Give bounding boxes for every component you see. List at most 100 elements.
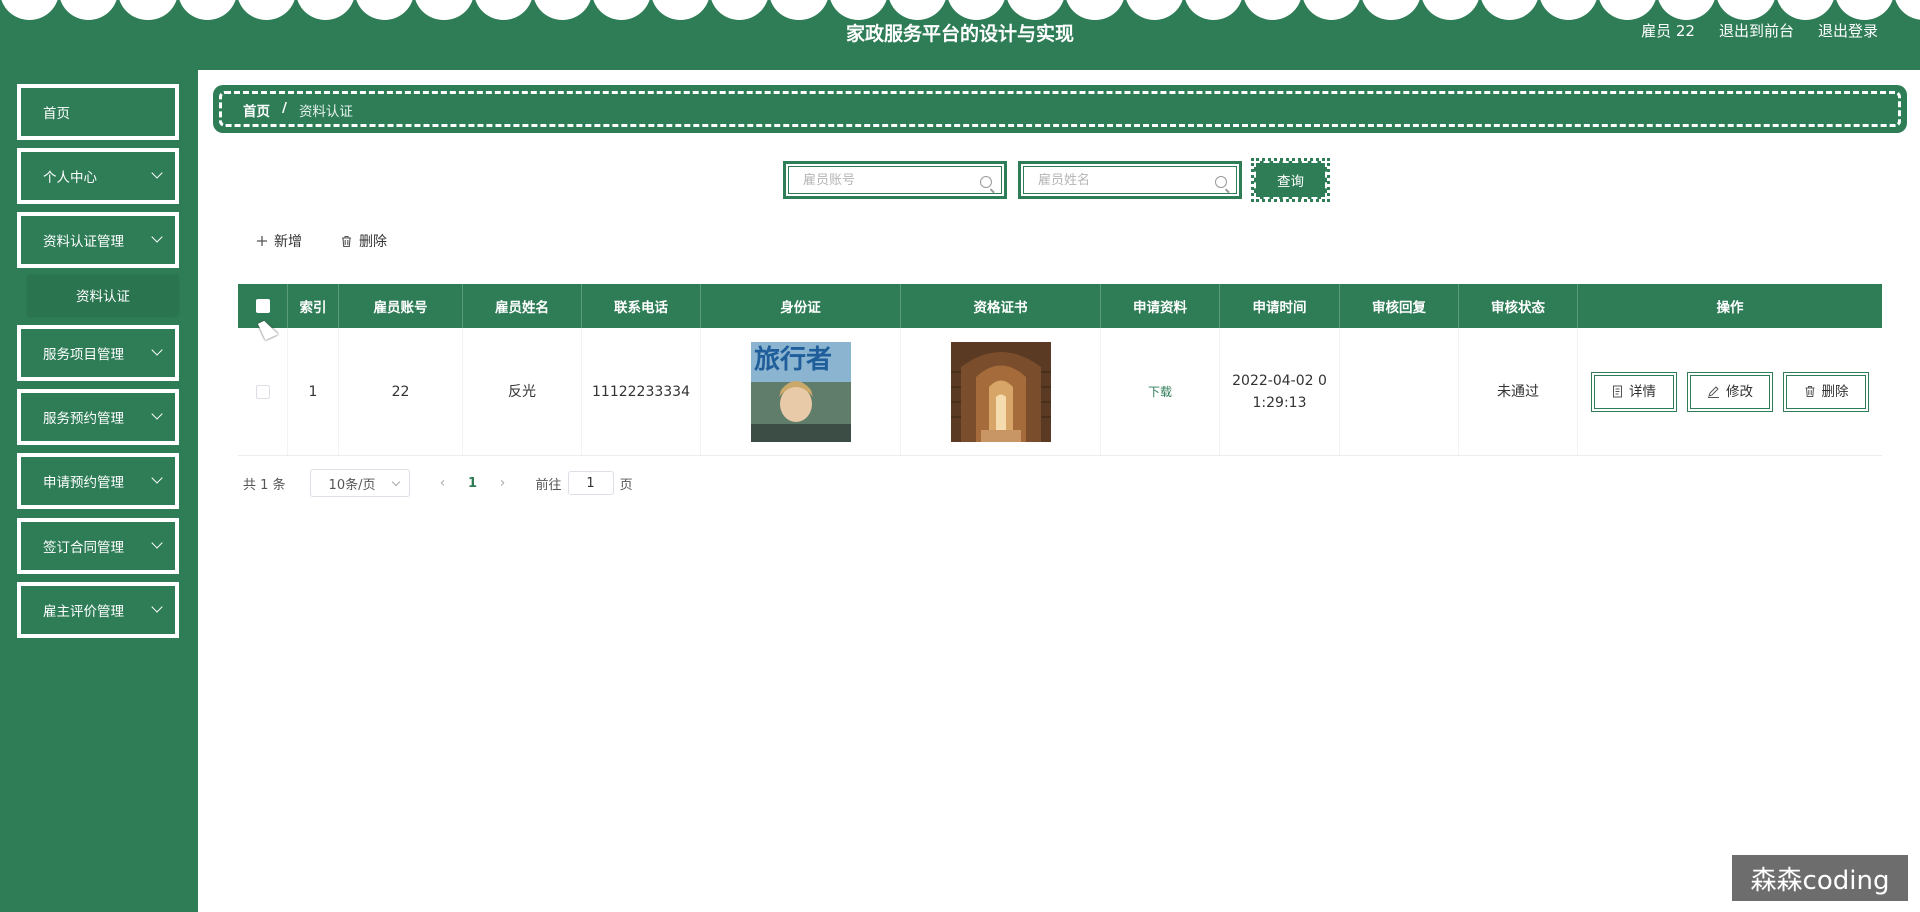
sidebar-item-home[interactable]: 首页 — [17, 84, 179, 140]
cell-id-card: 旅行者 — [701, 328, 901, 455]
apply-time-line1: 2022-04-02 0 — [1232, 372, 1327, 389]
breadcrumb-border — [219, 91, 1901, 127]
current-user: 雇员 22 — [1641, 22, 1695, 40]
col-account: 雇员账号 — [339, 284, 463, 328]
col-status: 审核状态 — [1459, 284, 1578, 328]
scallop-shape — [118, 0, 178, 20]
sidebar-item-personal-center[interactable]: 个人中心 — [17, 148, 179, 204]
certificate-image[interactable] — [950, 341, 1051, 442]
row-checkbox[interactable] — [255, 384, 270, 399]
front-page-link[interactable]: 退出到前台 — [1719, 20, 1794, 41]
logout-link[interactable]: 退出登录 — [1818, 20, 1878, 41]
scallop-shape — [710, 0, 770, 20]
cell-account: 22 — [339, 328, 463, 455]
apply-time-line2: 1:29:13 — [1252, 394, 1307, 411]
cell-phone: 11122233334 — [582, 328, 701, 455]
chevron-down-icon — [151, 601, 163, 613]
sidebar-item-employer-review-management[interactable]: 雇主评价管理 — [17, 582, 179, 638]
toolbar: 新增 删除 — [256, 231, 387, 251]
search-icon — [980, 176, 992, 188]
download-link[interactable]: 下载 — [1148, 381, 1172, 403]
col-apply-time: 申请时间 — [1220, 284, 1340, 328]
cell-status: 未通过 — [1459, 328, 1578, 455]
id-card-image[interactable]: 旅行者 — [750, 341, 851, 442]
col-name: 雇员姓名 — [463, 284, 582, 328]
trash-icon — [342, 235, 351, 247]
edit-button-label: 修改 — [1726, 383, 1753, 400]
account-search-input[interactable] — [803, 172, 983, 188]
name-search-input[interactable] — [1038, 172, 1218, 188]
col-index: 索引 — [288, 284, 339, 328]
scallop-shape — [1775, 0, 1835, 20]
breadcrumb-home[interactable]: 首页 — [243, 100, 270, 120]
sidebar-item-service-booking-management[interactable]: 服务预约管理 — [17, 389, 179, 445]
scallop-shape — [414, 0, 474, 20]
detail-button[interactable]: 详情 — [1591, 371, 1677, 412]
chevron-down-icon — [151, 231, 163, 243]
page-number[interactable]: 1 — [458, 476, 488, 491]
scallop-shape — [177, 0, 237, 20]
scallop-shape — [1065, 0, 1125, 20]
query-button[interactable]: 查询 — [1251, 158, 1330, 202]
add-button[interactable]: 新增 — [256, 231, 302, 251]
edit-button[interactable]: 修改 — [1687, 371, 1773, 412]
chevron-down-icon — [151, 408, 163, 420]
plus-icon — [257, 236, 267, 246]
pagination: 共 1 条 10条/页 ‹ 1 › 前往 页 — [243, 469, 633, 497]
scallop-shape — [532, 0, 592, 20]
scallop-shape — [1302, 0, 1362, 20]
id-card-image-text: 旅行者 — [754, 344, 832, 375]
breadcrumb-separator: / — [282, 100, 287, 116]
scallop-shape — [769, 0, 829, 20]
sidebar-item-contract-management[interactable]: 签订合同管理 — [17, 518, 179, 574]
scallop-shape — [1242, 0, 1303, 20]
cell-actions: 详情 修改 删除 — [1578, 328, 1882, 455]
breadcrumb-current: 资料认证 — [298, 104, 353, 120]
col-reply: 审核回复 — [1340, 284, 1459, 328]
account-search-box — [783, 161, 1007, 199]
header-actions: 雇员 22 退出到前台 退出登录 — [1641, 20, 1878, 41]
sidebar-item-certification-management[interactable]: 资料认证管理 — [17, 212, 179, 268]
next-page-icon[interactable]: › — [488, 475, 518, 491]
total-count: 共 1 条 — [243, 477, 286, 493]
scallop-shape — [1538, 0, 1599, 20]
scallop-shape — [1420, 0, 1480, 20]
row-select-cell — [238, 328, 288, 455]
sidebar-item-label: 雇主评价管理 — [43, 604, 124, 620]
sidebar-item-label: 服务项目管理 — [43, 347, 124, 363]
scallop-shape — [651, 0, 711, 20]
scallop-shape — [473, 0, 533, 20]
certification-table: 索引 雇员账号 雇员姓名 联系电话 身份证 资格证书 申请资料 申请时间 审核回… — [238, 284, 1882, 456]
goto-page-input[interactable] — [567, 471, 614, 495]
col-certificate: 资格证书 — [901, 284, 1101, 328]
cell-index: 1 — [288, 328, 339, 455]
scallop-shape — [591, 0, 652, 20]
page-size-select[interactable]: 10条/页 — [309, 469, 410, 497]
sidebar-item-label: 签订合同管理 — [43, 540, 124, 556]
prev-page-icon[interactable]: ‹ — [428, 475, 458, 491]
search-icon — [1215, 176, 1227, 188]
sidebar-subitem-certification[interactable]: 资料认证 — [28, 275, 178, 315]
sidebar-item-service-project-management[interactable]: 服务项目管理 — [17, 325, 179, 381]
sidebar-item-label: 资料认证管理 — [43, 234, 124, 250]
scallop-shape — [59, 0, 119, 20]
edit-icon — [1708, 386, 1719, 398]
sidebar-item-label: 个人中心 — [43, 170, 97, 186]
chevron-down-icon — [151, 472, 163, 484]
breadcrumb: 首页 / 资料认证 — [213, 85, 1907, 133]
row-delete-button[interactable]: 删除 — [1783, 371, 1869, 412]
cell-apply-time: 2022-04-02 0 1:29:13 — [1220, 328, 1340, 455]
sidebar-item-application-booking-management[interactable]: 申请预约管理 — [17, 453, 179, 509]
goto-prefix: 前往 — [535, 477, 562, 493]
select-all-checkbox[interactable] — [255, 299, 270, 313]
table-row: 1 22 反光 11122233334 旅行者 下载 2022-04-02 0 … — [238, 328, 1882, 456]
app-title: 家政服务平台的设计与实现 — [845, 23, 1074, 45]
col-actions: 操作 — [1716, 300, 1744, 316]
scallop-shape — [1479, 0, 1539, 20]
batch-delete-button[interactable]: 删除 — [340, 231, 387, 251]
col-phone: 联系电话 — [582, 284, 701, 328]
batch-delete-label: 删除 — [359, 234, 387, 250]
chevron-down-icon — [151, 344, 163, 356]
scallop-shape — [1834, 0, 1894, 20]
add-button-label: 新增 — [274, 234, 302, 250]
